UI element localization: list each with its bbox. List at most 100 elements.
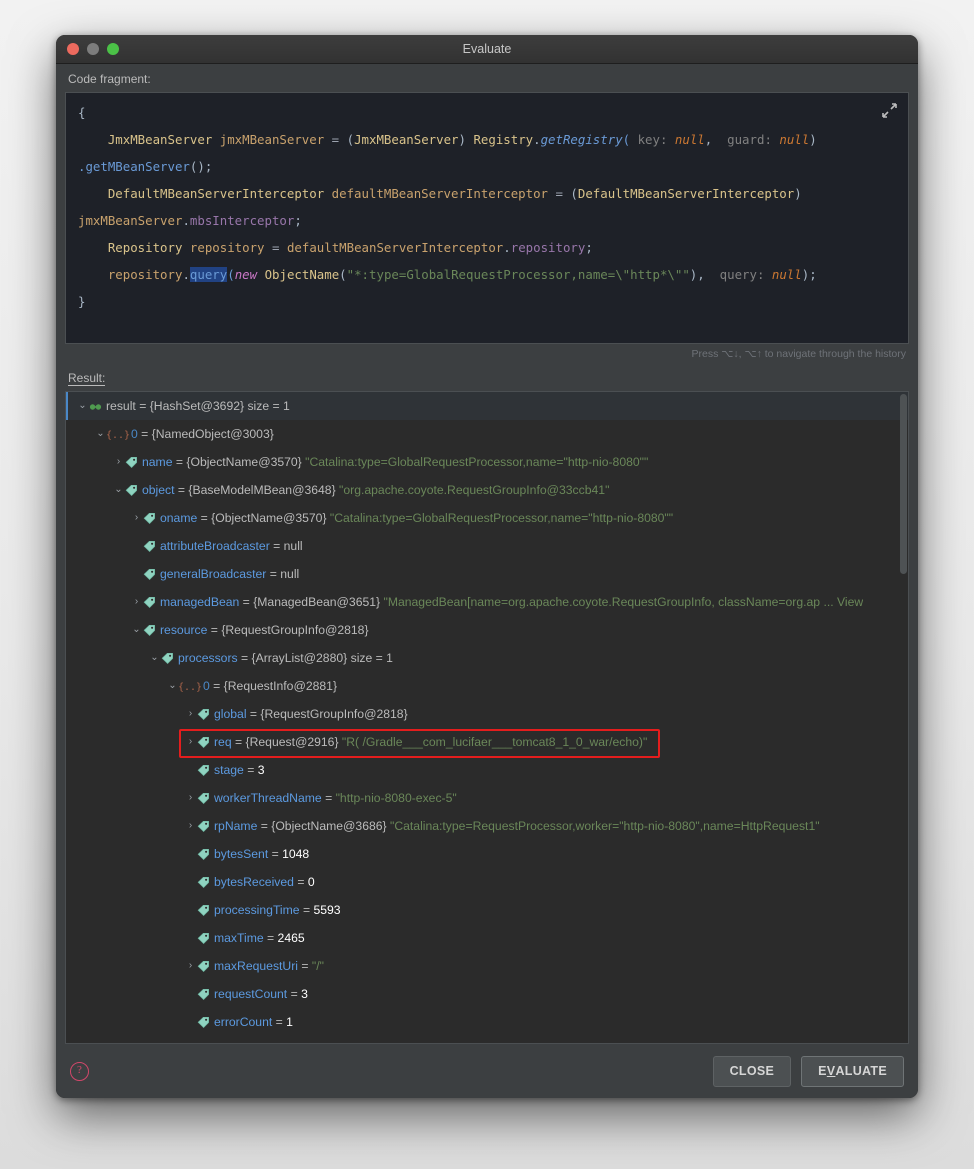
- close-button[interactable]: CLOSE: [713, 1056, 792, 1087]
- tree-row[interactable]: bytesReceived = 0: [66, 868, 908, 896]
- tree-node-value: "/": [312, 959, 324, 973]
- tree-row[interactable]: requestCount = 3: [66, 980, 908, 1008]
- chevron-right-icon[interactable]: ›: [184, 952, 197, 980]
- chevron-down-icon[interactable]: ⌄: [148, 644, 161, 672]
- field-tag-icon: [125, 484, 142, 497]
- field-tag-icon: [197, 820, 214, 833]
- field-tag-icon: [197, 764, 214, 777]
- chevron-down-icon[interactable]: ⌄: [76, 392, 89, 420]
- tree-node-equals: =: [294, 875, 308, 889]
- field-tag-icon: [143, 540, 160, 553]
- help-icon[interactable]: ?: [70, 1062, 89, 1081]
- tree-row[interactable]: ⌄{..}0 = {NamedObject@3003}: [66, 420, 908, 448]
- tree-row[interactable]: ›managedBean = {ManagedBean@3651} "Manag…: [66, 588, 908, 616]
- chevron-down-icon[interactable]: ⌄: [112, 476, 125, 504]
- evaluate-label-mnemonic: V: [827, 1064, 836, 1078]
- tree-node-equals: =: [257, 819, 271, 833]
- tree-node-value: null: [284, 539, 303, 553]
- tree-node-name: managedBean: [160, 595, 239, 609]
- tree-node-equals: =: [322, 791, 336, 805]
- tree-node-equals: =: [287, 987, 301, 1001]
- result-tree[interactable]: ⌄result = {HashSet@3692} size = 1⌄{..}0 …: [66, 392, 908, 1044]
- tree-row[interactable]: stage = 3: [66, 756, 908, 784]
- tree-node-name: 0: [131, 427, 138, 441]
- chevron-right-icon[interactable]: ›: [184, 784, 197, 812]
- tree-row[interactable]: errorCount = 1: [66, 1008, 908, 1036]
- tree-row[interactable]: › maxRequestUri = "/": [66, 952, 908, 980]
- tree-row[interactable]: ›req = {Request@2916} "R( /Gradle___com_…: [66, 728, 908, 756]
- tree-row[interactable]: ⌄{..}0 = {RequestInfo@2881}: [66, 672, 908, 700]
- window-controls: [67, 43, 119, 55]
- chevron-down-icon[interactable]: ⌄: [94, 420, 107, 448]
- tree-row[interactable]: maxTime = 2465: [66, 924, 908, 952]
- tree-row-text: requestCount = 3: [214, 980, 308, 1008]
- tree-row[interactable]: ›name = {ObjectName@3570} "Catalina:type…: [66, 448, 908, 476]
- code-line-1: {: [78, 99, 896, 126]
- tree-row[interactable]: ›rpName = {ObjectName@3686} "Catalina:ty…: [66, 812, 908, 840]
- tree-node-value: {NamedObject@3003}: [152, 427, 274, 441]
- tree-node-equals: =: [136, 399, 150, 413]
- code-text[interactable]: { JmxMBeanServer jmxMBeanServer = (JmxMB…: [66, 93, 908, 315]
- tree-node-name: req: [214, 735, 232, 749]
- result-tree-panel[interactable]: ⌄result = {HashSet@3692} size = 1⌄{..}0 …: [65, 391, 909, 1044]
- tree-node-value: 1: [286, 1015, 293, 1029]
- tree-row[interactable]: ›oname = {ObjectName@3570} "Catalina:typ…: [66, 504, 908, 532]
- chevron-right-icon[interactable]: ›: [130, 504, 143, 532]
- chevron-right-icon[interactable]: ›: [112, 448, 125, 476]
- expand-collapse-icon[interactable]: [880, 102, 898, 120]
- tree-node-name: resource: [160, 623, 207, 637]
- tree-node-equals: =: [268, 847, 282, 861]
- tree-row[interactable]: › global = {RequestGroupInfo@2818}: [66, 700, 908, 728]
- field-tag-icon: [161, 652, 178, 665]
- tree-row[interactable]: generalBroadcaster = null: [66, 560, 908, 588]
- tree-node-equals: =: [175, 483, 189, 497]
- field-tag-icon: [197, 960, 214, 973]
- tree-node-value: 2465: [278, 931, 305, 945]
- tree-row[interactable]: ⌄object = {BaseModelMBean@3648} "org.apa…: [66, 476, 908, 504]
- tree-row[interactable]: attributeBroadcaster = null: [66, 532, 908, 560]
- tree-row[interactable]: ⌄processors = {ArrayList@2880} size = 1: [66, 644, 908, 672]
- tree-node-value: "http-nio-8080-exec-5": [336, 791, 457, 805]
- tree-node-extra: "Catalina:type=RequestProcessor,worker="…: [387, 819, 820, 833]
- code-line-3: .getMBeanServer();: [78, 153, 896, 180]
- chevron-down-icon[interactable]: ⌄: [166, 672, 179, 700]
- tree-node-value: null: [280, 567, 299, 581]
- chevron-right-icon[interactable]: ›: [184, 728, 197, 756]
- tree-node-value: 3: [258, 763, 265, 777]
- field-tag-icon: [197, 904, 214, 917]
- tree-row[interactable]: lastRequestProcessingTime = 1503: [66, 1036, 908, 1044]
- tree-row-text: maxRequestUri = "/": [214, 952, 324, 980]
- zoom-window-button[interactable]: [107, 43, 119, 55]
- tree-row[interactable]: ›workerThreadName = "http-nio-8080-exec-…: [66, 784, 908, 812]
- chevron-right-icon[interactable]: ›: [130, 588, 143, 616]
- tree-node-value: {ArrayList@2880}: [252, 651, 348, 665]
- tree-node-value: 1048: [282, 847, 309, 861]
- minimize-window-button[interactable]: [87, 43, 99, 55]
- evaluate-button[interactable]: EVALUATE: [801, 1056, 904, 1087]
- chevron-right-icon[interactable]: ›: [184, 700, 197, 728]
- window-titlebar[interactable]: Evaluate: [56, 35, 918, 64]
- tree-node-name: object: [142, 483, 175, 497]
- code-fragment-editor[interactable]: { JmxMBeanServer jmxMBeanServer = (JmxMB…: [65, 92, 909, 344]
- result-tree-scrollbar[interactable]: [900, 394, 907, 574]
- tree-row[interactable]: processingTime = 5593: [66, 896, 908, 924]
- tree-row-text: 0 = {RequestInfo@2881}: [203, 672, 337, 700]
- tree-row-text: global = {RequestGroupInfo@2818}: [214, 700, 408, 728]
- tree-node-equals: =: [207, 623, 221, 637]
- tree-node-value: {ManagedBean@3651}: [253, 595, 380, 609]
- chevron-down-icon[interactable]: ⌄: [130, 616, 143, 644]
- result-label-text: Result:: [68, 371, 105, 386]
- code-line-2: JmxMBeanServer jmxMBeanServer = (JmxMBea…: [78, 126, 896, 153]
- tree-row[interactable]: ⌄result = {HashSet@3692} size = 1: [66, 392, 908, 420]
- tree-node-name: attributeBroadcaster: [160, 539, 270, 553]
- code-fragment-label: Code fragment:: [56, 64, 918, 92]
- tree-row[interactable]: ⌄resource = {RequestGroupInfo@2818}: [66, 616, 908, 644]
- tree-node-extra: "R( /Gradle___com_lucifaer___tomcat8_1_0…: [339, 735, 648, 749]
- code-line-4: DefaultMBeanServerInterceptor defaultMBe…: [78, 180, 896, 207]
- field-tag-icon: [125, 456, 142, 469]
- evaluate-label-pre: E: [818, 1064, 827, 1078]
- chevron-right-icon[interactable]: ›: [184, 812, 197, 840]
- tree-node-extra: "Catalina:type=GlobalRequestProcessor,na…: [327, 511, 674, 525]
- tree-row[interactable]: bytesSent = 1048: [66, 840, 908, 868]
- close-window-button[interactable]: [67, 43, 79, 55]
